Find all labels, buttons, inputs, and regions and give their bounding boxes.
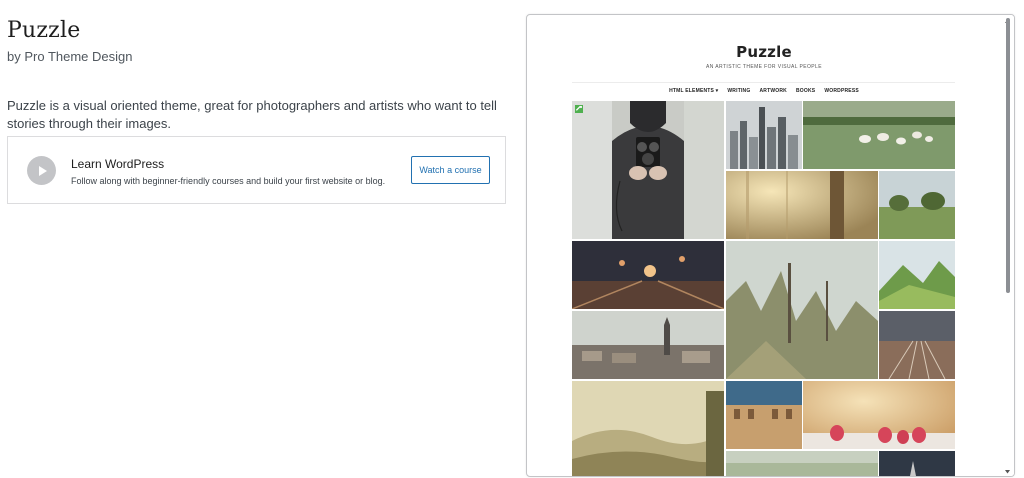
play-icon[interactable] bbox=[27, 156, 56, 185]
preview-nav: HTML ELEMENTS ▾ WRITING ARTWORK BOOKS WO… bbox=[527, 88, 1001, 94]
learn-title: Learn WordPress bbox=[71, 157, 165, 171]
preview-nav-writing[interactable]: WRITING bbox=[727, 88, 750, 94]
preview-gallery bbox=[572, 101, 955, 476]
gallery-image-photographer[interactable] bbox=[572, 101, 724, 239]
learn-subtitle: Follow along with beginner-friendly cour… bbox=[71, 176, 386, 186]
featured-badge-icon bbox=[575, 105, 583, 113]
scroll-down-arrow-icon[interactable] bbox=[1004, 468, 1011, 475]
gallery-image-bottom-center[interactable] bbox=[726, 451, 878, 476]
preview-nav-divider bbox=[572, 82, 955, 83]
gallery-image-green-mountains[interactable] bbox=[879, 241, 955, 309]
preview-nav-wordpress[interactable]: WORDPRESS bbox=[824, 88, 859, 94]
gallery-image-city-skyline[interactable] bbox=[726, 101, 802, 169]
gallery-image-sunlit-forest[interactable] bbox=[726, 171, 878, 239]
preview-site-header: Puzzle AN ARTISTIC THEME FOR VISUAL PEOP… bbox=[527, 15, 1001, 70]
gallery-image-strawberries[interactable] bbox=[803, 381, 955, 449]
gallery-image-railway-yard[interactable] bbox=[879, 311, 955, 379]
learn-wordpress-card: Learn WordPress Follow along with beginn… bbox=[7, 136, 506, 204]
gallery-image-sheep-field[interactable] bbox=[803, 101, 955, 169]
preview-nav-books[interactable]: BOOKS bbox=[796, 88, 815, 94]
theme-preview-frame[interactable]: Puzzle AN ARTISTIC THEME FOR VISUAL PEOP… bbox=[526, 14, 1015, 477]
theme-author: by Pro Theme Design bbox=[7, 49, 133, 64]
preview-site-title[interactable]: Puzzle bbox=[527, 43, 1001, 61]
preview-scrollbar[interactable] bbox=[1001, 15, 1014, 476]
watch-course-button[interactable]: Watch a course bbox=[411, 156, 490, 184]
gallery-image-hazy-hills[interactable] bbox=[572, 381, 724, 476]
learn-text: Learn WordPress Follow along with beginn… bbox=[71, 157, 385, 187]
theme-title: Puzzle bbox=[7, 18, 81, 43]
gallery-image-misty-forest[interactable] bbox=[726, 241, 878, 379]
preview-nav-artwork[interactable]: ARTWORK bbox=[759, 88, 787, 94]
gallery-image-old-building[interactable] bbox=[726, 381, 802, 449]
theme-details: Puzzle by Pro Theme Design Puzzle is a v… bbox=[7, 18, 507, 204]
theme-description: Puzzle is a visual oriented theme, great… bbox=[7, 98, 497, 131]
scrollbar-thumb[interactable] bbox=[1006, 18, 1010, 293]
gallery-image-meadow-trees[interactable] bbox=[879, 171, 955, 239]
gallery-image-train-night[interactable] bbox=[572, 241, 724, 309]
preview-nav-html-elements[interactable]: HTML ELEMENTS ▾ bbox=[669, 88, 718, 94]
gallery-image-city-rooftops[interactable] bbox=[572, 311, 724, 379]
preview-site-tagline: AN ARTISTIC THEME FOR VISUAL PEOPLE bbox=[706, 64, 822, 70]
gallery-image-bottom-right[interactable] bbox=[879, 451, 955, 476]
